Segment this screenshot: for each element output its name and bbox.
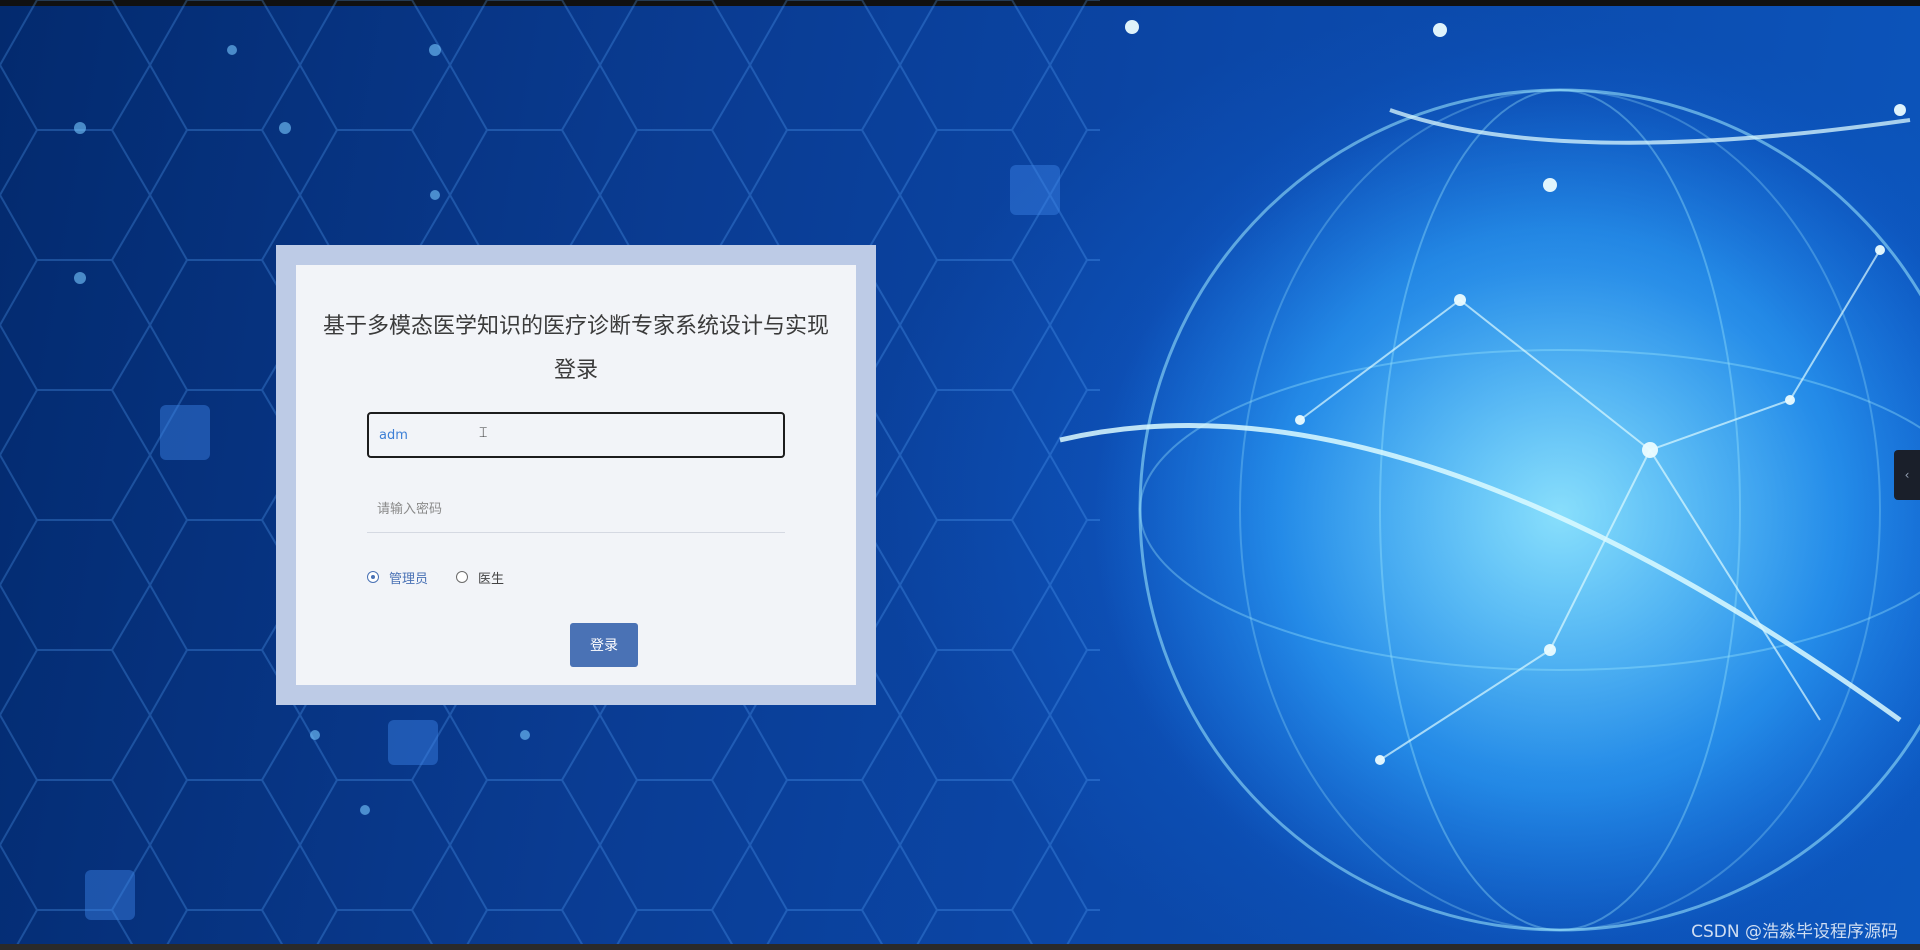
radio-unchecked-icon[interactable] [456,571,469,583]
login-button[interactable]: 登录 [570,623,638,667]
text-cursor-icon: ⌶ [479,425,488,441]
role-option-doctor[interactable]: 医生 [456,568,504,587]
role-doctor-label[interactable]: 医生 [478,568,504,587]
login-frame: 基于多模态医学知识的医疗诊断专家系统设计与实现登录 ⌶ 管理员 医生 登录 [276,245,876,705]
role-option-admin[interactable]: 管理员 [367,568,428,587]
login-title: 基于多模态医学知识的医疗诊断专家系统设计与实现登录 [322,314,829,383]
chevron-left-icon: ‹ [1904,468,1910,482]
login-page: 基于多模态医学知识的医疗诊断专家系统设计与实现登录 ⌶ 管理员 医生 登录 ‹ … [0,0,1920,950]
bottom-border [0,944,1920,950]
watermark-text: CSDN @浩淼毕设程序源码 [1691,922,1898,942]
role-radio-group: 管理员 医生 [367,567,532,587]
role-admin-label[interactable]: 管理员 [389,568,428,587]
password-input[interactable] [367,487,785,533]
radio-checked-icon[interactable] [367,571,379,583]
username-input[interactable] [367,412,785,458]
login-card: 基于多模态医学知识的医疗诊断专家系统设计与实现登录 ⌶ 管理员 医生 登录 [296,265,856,685]
side-collapse-tab[interactable]: ‹ [1894,450,1920,500]
